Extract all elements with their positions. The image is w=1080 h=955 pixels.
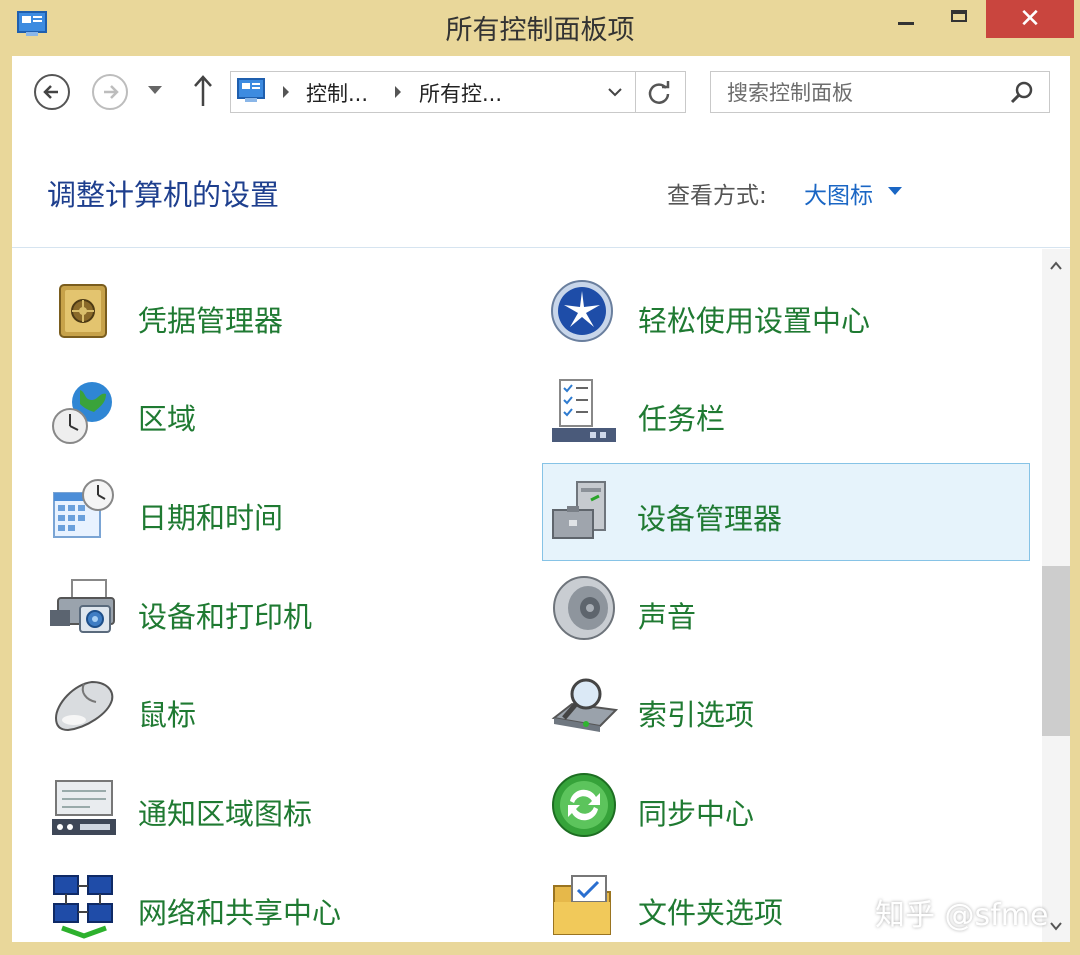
folder-options-icon: [553, 875, 611, 935]
item-sound[interactable]: 声音: [542, 568, 1032, 665]
item-label: 任务栏: [638, 402, 726, 436]
item-label: 鼠标: [138, 698, 197, 732]
indexing-options-icon: [551, 678, 618, 732]
taskbar-icon: [552, 379, 616, 442]
chevron-down-icon[interactable]: [1049, 919, 1063, 933]
arrow-left-icon: [43, 85, 58, 99]
address-divider: [635, 72, 636, 112]
recent-locations-dropdown[interactable]: [148, 86, 162, 94]
ease-of-access-icon: [551, 280, 613, 342]
title-bar[interactable]: 所有控制面板项 ✕: [0, 0, 1080, 54]
close-button[interactable]: ✕: [986, 0, 1074, 38]
item-label: 文件夹选项: [638, 896, 784, 930]
up-arrow-icon[interactable]: [192, 74, 214, 108]
client-area: 控制... 所有控... 调整计算机的设置 查看方式: 大图标: [12, 56, 1070, 942]
network-sharing-icon: [53, 875, 113, 939]
breadcrumb-control-panel[interactable]: 控制...: [306, 78, 368, 108]
credential-manager-icon: [59, 284, 107, 338]
item-label: 声音: [638, 600, 697, 634]
item-taskbar[interactable]: 任务栏: [542, 370, 1032, 467]
view-by-label: 查看方式:: [667, 183, 767, 209]
back-button[interactable]: [34, 74, 70, 110]
date-time-icon: [53, 479, 114, 538]
sound-speaker-icon: [553, 576, 615, 640]
item-mouse[interactable]: 鼠标: [42, 666, 502, 763]
mouse-icon: [54, 680, 114, 732]
scrollbar-thumb[interactable]: [1042, 566, 1070, 736]
item-label: 轻松使用设置中心: [638, 304, 871, 338]
minimize-button[interactable]: [880, 0, 932, 38]
navigation-bar: 控制... 所有控...: [12, 56, 1070, 136]
item-sync-center[interactable]: 同步中心: [542, 765, 1032, 862]
maximize-button[interactable]: [935, 0, 987, 38]
item-label: 网络和共享中心: [138, 896, 342, 930]
item-indexing-options[interactable]: 索引选项: [542, 666, 1032, 763]
item-label: 凭据管理器: [138, 304, 284, 338]
forward-button[interactable]: [92, 74, 128, 110]
breadcrumb-separator-icon[interactable]: [283, 86, 289, 98]
watermark: 知乎 @sfme: [875, 898, 1049, 933]
sync-center-icon: [552, 773, 616, 837]
control-panel-window: 所有控制面板项 ✕ 控制... 所有控... 搜索控制面板 调整计算机的设置 查…: [0, 0, 1080, 955]
item-label: 设备管理器: [637, 502, 783, 536]
item-label: 通知区域图标: [138, 797, 313, 831]
vertical-scrollbar[interactable]: [1042, 249, 1070, 942]
arrow-right-icon: [104, 85, 119, 99]
view-by-dropdown[interactable]: 大图标: [804, 176, 873, 210]
item-device-manager[interactable]: 设备管理器: [542, 463, 1030, 561]
refresh-icon[interactable]: [645, 79, 673, 107]
item-label: 同步中心: [638, 797, 755, 831]
item-notification-area-icons[interactable]: 通知区域图标: [42, 765, 502, 862]
region-globe-icon: [52, 382, 112, 444]
header-divider: [12, 247, 1070, 248]
item-label: 索引选项: [638, 698, 755, 732]
item-label: 区域: [138, 402, 197, 436]
device-manager-icon: [552, 481, 606, 539]
item-label: 设备和打印机: [138, 600, 313, 634]
search-input[interactable]: [725, 78, 999, 108]
address-bar[interactable]: 控制... 所有控...: [230, 71, 686, 113]
search-box[interactable]: [710, 71, 1050, 113]
breadcrumb-separator-icon[interactable]: [395, 86, 401, 98]
item-label: 日期和时间: [138, 501, 284, 535]
search-icon[interactable]: [1009, 80, 1035, 106]
chevron-up-icon[interactable]: [1049, 259, 1063, 273]
notification-area-icon: [52, 780, 116, 835]
item-date-and-time[interactable]: 日期和时间: [42, 469, 502, 566]
devices-printers-icon: [50, 579, 115, 633]
item-credential-manager[interactable]: 凭据管理器: [42, 272, 502, 369]
control-panel-items: 凭据管理器 轻松使用设置中心 区域 任务栏 日期和时间 设备管理器 设备和打印机…: [12, 249, 1042, 942]
item-network-and-sharing-center[interactable]: 网络和共享中心: [42, 864, 502, 942]
breadcrumb-all-items[interactable]: 所有控...: [419, 78, 502, 108]
page-title: 调整计算机的设置: [47, 178, 280, 212]
item-devices-and-printers[interactable]: 设备和打印机: [42, 568, 502, 665]
chevron-down-icon[interactable]: [607, 84, 623, 100]
item-ease-of-access-center[interactable]: 轻松使用设置中心: [542, 272, 1032, 369]
item-region[interactable]: 区域: [42, 370, 502, 467]
caret-down-icon[interactable]: [888, 187, 902, 195]
control-panel-icon: [237, 78, 265, 102]
